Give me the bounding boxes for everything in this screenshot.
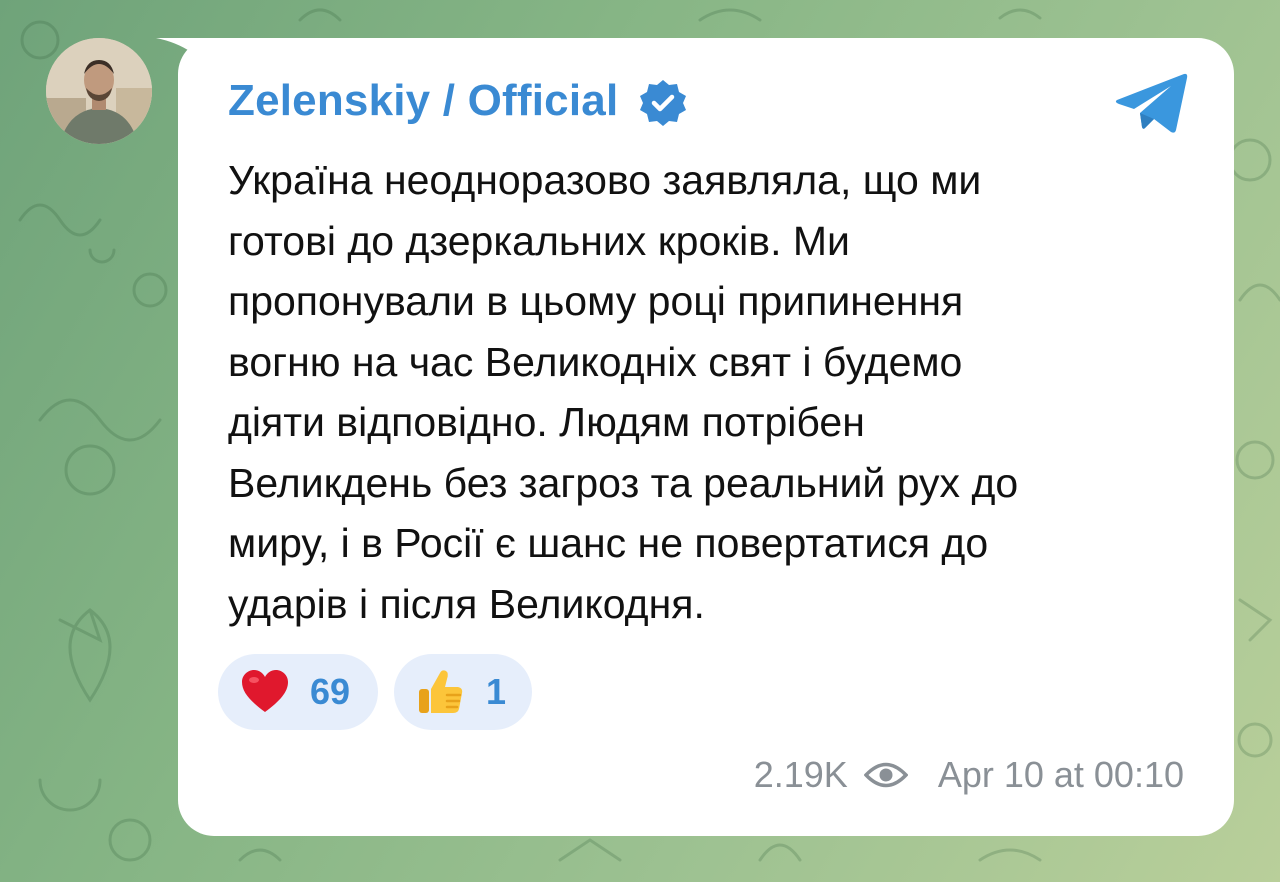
message-line: Великдень без загроз та реальний рух до: [228, 459, 1019, 506]
message-line: ударів і після Великодня.: [228, 580, 705, 627]
reaction-thumbs-up-button[interactable]: 1: [394, 654, 532, 730]
channel-name[interactable]: Zelenskiy / Official: [228, 76, 618, 126]
message-line: миру, і в Росії є шанс не повертатися до: [228, 520, 989, 566]
reaction-heart-button[interactable]: 69: [218, 654, 378, 730]
heart-emoji-icon: [242, 670, 288, 712]
message-line: Україна неодноразово заявляла, що ми: [228, 157, 982, 203]
message-bubble[interactable]: Zelenskiy / Official Україна неодноразов…: [178, 38, 1234, 836]
reactions-bar: 69 1: [218, 654, 532, 730]
eye-icon: [863, 762, 908, 788]
message-meta: 2.19K Apr 10 at 00:10: [754, 754, 1184, 796]
telegram-icon[interactable]: [1114, 72, 1188, 134]
message-line: діяти відповідно. Людям потрібен: [228, 399, 865, 445]
message-line: готові до дзеркальних кроків. Ми: [228, 217, 850, 264]
message-text: Україна неодноразово заявляла, що ми гот…: [228, 150, 1188, 634]
thumbs-up-emoji-icon: [419, 670, 463, 713]
view-count: 2.19K: [753, 754, 848, 795]
avatar-photo: [46, 38, 152, 144]
channel-avatar[interactable]: [46, 38, 152, 144]
reaction-count: 1: [486, 671, 507, 712]
verified-badge-icon: [640, 80, 686, 126]
message-line: вогню на час Великодніх свят і будемо: [228, 338, 963, 385]
reaction-count: 69: [310, 671, 351, 712]
message-timestamp: Apr 10 at 00:10: [937, 754, 1184, 795]
message-line: пропонували в цьому році припинення: [228, 278, 964, 324]
